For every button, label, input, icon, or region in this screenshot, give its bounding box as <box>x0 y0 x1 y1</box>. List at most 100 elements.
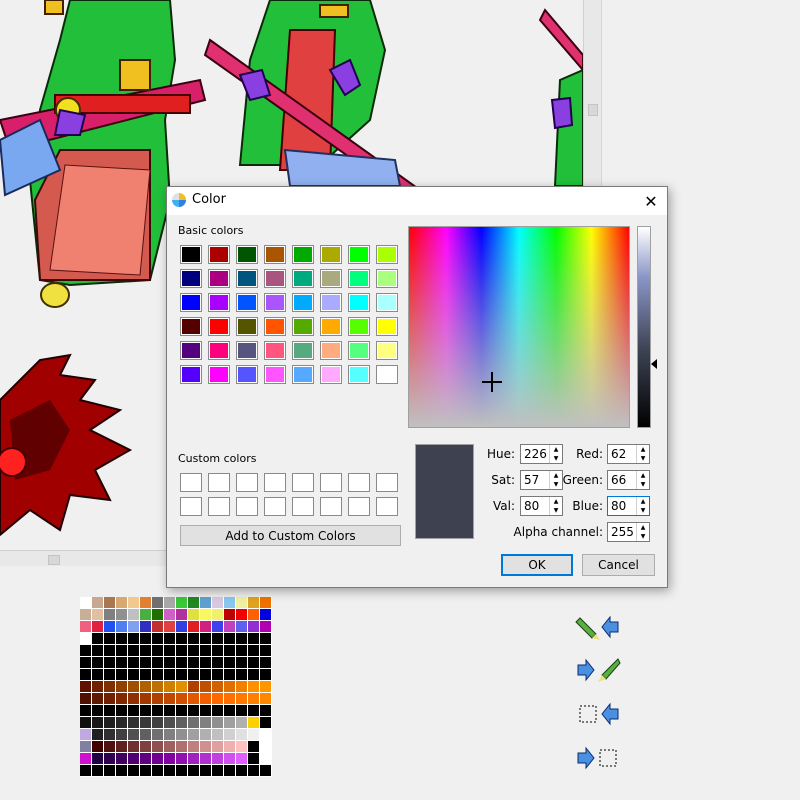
palette-color-cell[interactable] <box>176 705 188 717</box>
palette-color-cell[interactable] <box>80 741 92 753</box>
close-button[interactable]: ✕ <box>635 187 667 215</box>
custom-color-swatch[interactable] <box>292 473 314 492</box>
palette-color-cell[interactable] <box>224 681 236 693</box>
basic-color-swatch[interactable] <box>348 245 370 264</box>
palette-color-cell[interactable] <box>80 669 92 681</box>
palette-color-cell[interactable] <box>224 705 236 717</box>
luminance-pointer-icon[interactable] <box>651 359 657 369</box>
palette-color-cell[interactable] <box>128 645 140 657</box>
palette-color-cell[interactable] <box>164 753 176 765</box>
custom-color-swatch[interactable] <box>320 497 342 516</box>
palette-color-cell[interactable] <box>176 633 188 645</box>
palette-color-cell[interactable] <box>236 657 248 669</box>
basic-color-swatch[interactable] <box>348 341 370 360</box>
palette-color-cell[interactable] <box>236 729 248 741</box>
palette-color-cell[interactable] <box>140 681 152 693</box>
import-palette-button[interactable] <box>574 612 622 642</box>
palette-color-cell[interactable] <box>116 741 128 753</box>
custom-color-swatch[interactable] <box>236 497 258 516</box>
palette-color-cell[interactable] <box>224 657 236 669</box>
palette-color-cell[interactable] <box>188 669 200 681</box>
palette-color-cell[interactable] <box>128 681 140 693</box>
blue-spinbox[interactable]: 80 ▲ ▼ <box>607 496 650 516</box>
palette-color-cell[interactable] <box>164 765 176 777</box>
palette-color-cell[interactable] <box>116 657 128 669</box>
palette-color-cell[interactable] <box>176 597 188 609</box>
palette-color-cell[interactable] <box>92 597 104 609</box>
palette-color-cell[interactable] <box>128 729 140 741</box>
palette-color-cell[interactable] <box>176 693 188 705</box>
palette-color-cell[interactable] <box>248 693 260 705</box>
basic-color-swatch[interactable] <box>180 293 202 312</box>
palette-color-cell[interactable] <box>200 693 212 705</box>
palette-color-cell[interactable] <box>236 705 248 717</box>
palette-color-cell[interactable] <box>164 741 176 753</box>
palette-color-cell[interactable] <box>104 717 116 729</box>
palette-color-cell[interactable] <box>128 609 140 621</box>
palette-color-cell[interactable] <box>236 681 248 693</box>
palette-color-cell[interactable] <box>152 657 164 669</box>
basic-color-swatch[interactable] <box>320 365 342 384</box>
palette-color-cell[interactable] <box>200 609 212 621</box>
ok-button[interactable]: OK <box>501 554 573 576</box>
palette-color-cell[interactable] <box>116 693 128 705</box>
palette-color-cell[interactable] <box>200 633 212 645</box>
palette-color-cell[interactable] <box>92 753 104 765</box>
palette-color-cell[interactable] <box>188 621 200 633</box>
palette-color-cell[interactable] <box>188 717 200 729</box>
palette-color-cell[interactable] <box>236 645 248 657</box>
palette-color-cell[interactable] <box>128 705 140 717</box>
luminance-slider[interactable] <box>637 226 651 428</box>
basic-color-swatch[interactable] <box>320 269 342 288</box>
vertical-scroll-thumb[interactable] <box>588 104 598 116</box>
hue-saturation-spectrum[interactable] <box>408 226 630 428</box>
green-value[interactable]: 66 <box>608 471 636 489</box>
palette-color-cell[interactable] <box>176 669 188 681</box>
horizontal-scroll-thumb[interactable] <box>48 555 60 565</box>
palette-color-cell[interactable] <box>140 669 152 681</box>
palette-color-cell[interactable] <box>200 645 212 657</box>
palette-color-cell[interactable] <box>224 633 236 645</box>
palette-color-cell[interactable] <box>200 765 212 777</box>
palette-color-cell[interactable] <box>248 597 260 609</box>
palette-grid[interactable] <box>80 597 272 777</box>
palette-color-cell[interactable] <box>212 597 224 609</box>
palette-color-cell[interactable] <box>188 765 200 777</box>
palette-color-cell[interactable] <box>236 765 248 777</box>
custom-color-swatch[interactable] <box>348 473 370 492</box>
palette-color-cell[interactable] <box>248 765 260 777</box>
palette-color-cell[interactable] <box>212 765 224 777</box>
palette-color-cell[interactable] <box>92 657 104 669</box>
palette-color-cell[interactable] <box>248 669 260 681</box>
palette-color-cell[interactable] <box>248 609 260 621</box>
palette-color-cell[interactable] <box>176 645 188 657</box>
basic-color-swatch[interactable] <box>376 269 398 288</box>
green-spinbox[interactable]: 66 ▲ ▼ <box>607 470 650 490</box>
palette-color-cell[interactable] <box>116 609 128 621</box>
palette-color-cell[interactable] <box>116 621 128 633</box>
palette-color-cell[interactable] <box>140 621 152 633</box>
palette-color-cell[interactable] <box>104 753 116 765</box>
custom-color-swatch[interactable] <box>180 473 202 492</box>
palette-color-cell[interactable] <box>128 741 140 753</box>
palette-color-cell[interactable] <box>212 717 224 729</box>
palette-color-cell[interactable] <box>224 765 236 777</box>
vertical-scrollbar[interactable] <box>583 0 601 186</box>
palette-color-cell[interactable] <box>116 753 128 765</box>
basic-color-swatch[interactable] <box>264 317 286 336</box>
palette-color-cell[interactable] <box>188 657 200 669</box>
basic-color-swatch[interactable] <box>292 293 314 312</box>
palette-color-cell[interactable] <box>152 597 164 609</box>
palette-color-cell[interactable] <box>80 693 92 705</box>
basic-color-swatch[interactable] <box>292 245 314 264</box>
palette-color-cell[interactable] <box>176 741 188 753</box>
palette-color-cell[interactable] <box>224 693 236 705</box>
basic-color-swatch[interactable] <box>236 365 258 384</box>
red-down-arrow-icon[interactable]: ▼ <box>637 454 649 463</box>
palette-color-cell[interactable] <box>152 609 164 621</box>
palette-color-cell[interactable] <box>176 717 188 729</box>
palette-color-cell[interactable] <box>212 609 224 621</box>
palette-color-cell[interactable] <box>260 645 272 657</box>
palette-color-cell[interactable] <box>188 741 200 753</box>
palette-color-cell[interactable] <box>164 657 176 669</box>
